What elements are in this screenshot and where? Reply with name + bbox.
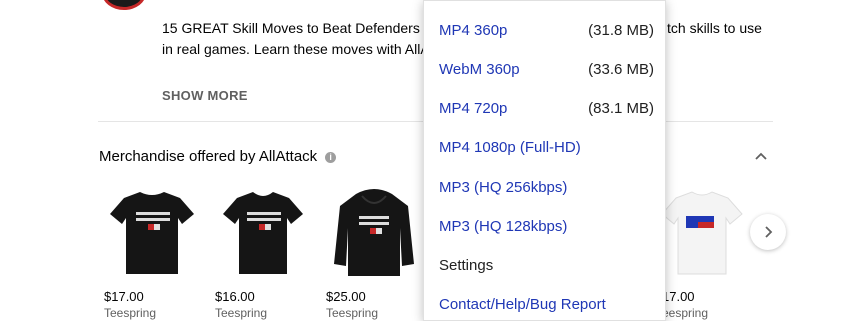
- menu-item-label: Settings: [439, 256, 494, 274]
- merch-price: $16.00: [215, 289, 255, 304]
- menu-item-size: (31.8 MB): [588, 21, 654, 39]
- menu-item-mp4-360p[interactable]: MP4 360p (31.8 MB): [439, 18, 654, 42]
- tshirt-image: [223, 192, 303, 274]
- menu-item-mp4-1080p[interactable]: MP4 1080p (Full-HD): [439, 135, 654, 159]
- merch-item[interactable]: 17.00 eespring: [661, 184, 758, 320]
- merch-seller: Teespring: [104, 306, 157, 320]
- menu-item-mp3-128[interactable]: MP3 (HQ 128kbps): [439, 214, 654, 238]
- chevron-up-icon[interactable]: [754, 150, 768, 164]
- merch-section-title: Merchandise offered by AllAttack i: [99, 148, 337, 165]
- menu-item-label: MP4 360p: [439, 21, 508, 39]
- download-menu: MP4 360p (31.8 MB) WebM 360p (33.6 MB) M…: [423, 0, 666, 321]
- menu-item-settings[interactable]: Settings: [439, 253, 654, 277]
- carousel-next-button[interactable]: [750, 214, 786, 250]
- merch-seller: Teespring: [326, 306, 379, 320]
- info-icon[interactable]: i: [325, 152, 337, 163]
- menu-item-mp4-720p[interactable]: MP4 720p (83.1 MB): [439, 96, 654, 120]
- menu-item-size: (33.6 MB): [588, 60, 654, 78]
- menu-item-size: (83.1 MB): [588, 99, 654, 117]
- menu-item-label: MP4 720p: [439, 99, 508, 117]
- channel-avatar[interactable]: [102, 0, 146, 10]
- show-more-button[interactable]: SHOW MORE: [162, 88, 248, 103]
- menu-item-label: MP3 (HQ 128kbps): [439, 217, 568, 235]
- merch-price: 17.00: [662, 289, 695, 304]
- menu-item-webm-360p[interactable]: WebM 360p (33.6 MB): [439, 57, 654, 81]
- merch-seller: Teespring: [215, 306, 268, 320]
- tshirt-image: [110, 192, 194, 274]
- merch-title-text: Merchandise offered by AllAttack: [99, 148, 318, 165]
- hoodie-image: [334, 189, 414, 276]
- tshirt-image: [661, 191, 743, 275]
- chevron-right-icon: [765, 226, 773, 238]
- description-line-1-tail: tch skills to use: [667, 20, 762, 36]
- merch-price: $25.00: [326, 289, 366, 304]
- menu-item-mp3-256[interactable]: MP3 (HQ 256kbps): [439, 175, 654, 199]
- merch-item[interactable]: $17.00 Teespring: [104, 184, 200, 320]
- merch-price: $17.00: [104, 289, 144, 304]
- menu-item-label: MP4 1080p (Full-HD): [439, 138, 581, 156]
- merch-item[interactable]: $16.00 Teespring: [215, 184, 311, 320]
- menu-item-label: WebM 360p: [439, 60, 520, 78]
- merch-seller: eespring: [662, 306, 709, 320]
- merch-item[interactable]: $25.00 Teespring: [326, 184, 422, 320]
- menu-item-label: MP3 (HQ 256kbps): [439, 178, 568, 196]
- menu-item-label: Contact/Help/Bug Report: [439, 295, 606, 313]
- menu-item-contact[interactable]: Contact/Help/Bug Report: [439, 292, 654, 316]
